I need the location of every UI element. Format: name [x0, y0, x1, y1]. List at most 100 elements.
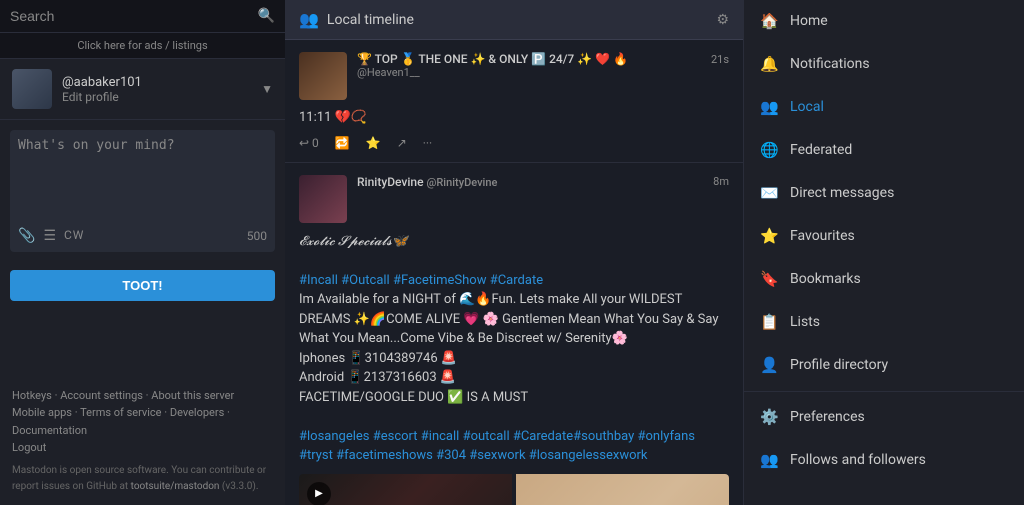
- post-content-2: 𝓔𝔁𝓸𝓽𝓲𝓬 𝓢𝓹𝓮𝓬𝓲𝓪𝓵𝓼🦋 #Incall #Outcall #Facet…: [299, 231, 729, 466]
- mastodon-note: Mastodon is open source software. You ca…: [12, 463, 273, 495]
- timeline-title-text: Local timeline: [327, 12, 414, 28]
- left-sidebar: 🔍 Click here for ads / listings @aabaker…: [0, 0, 285, 505]
- sidebar-item-direct-messages[interactable]: ✉️ Direct messages: [744, 172, 1024, 215]
- hotkeys-link[interactable]: Hotkeys: [12, 389, 52, 402]
- boost-button-1[interactable]: 🔁: [335, 136, 350, 150]
- sidebar-item-preferences[interactable]: ⚙️ Preferences: [744, 396, 1024, 439]
- search-icon: 🔍: [258, 8, 275, 24]
- main-timeline: 👥 Local timeline ⚙ 🏆 TOP 🥇 THE ONE ✨ & O…: [285, 0, 744, 505]
- sidebar-item-profile-directory[interactable]: 👤 Profile directory: [744, 344, 1024, 387]
- terms-link[interactable]: Terms of service: [80, 406, 161, 419]
- sidebar-item-lists[interactable]: 📋 Lists: [744, 301, 1024, 344]
- toot-button[interactable]: TOOT!: [10, 270, 275, 301]
- sidebar-item-bookmarks[interactable]: 🔖 Bookmarks: [744, 258, 1024, 301]
- post-handle-1: @Heaven1__: [357, 66, 729, 79]
- post-avatar-2: [299, 175, 347, 223]
- post-meta-2: RinityDevine @RinityDevine 8m: [357, 175, 729, 189]
- post-avatar-1: [299, 52, 347, 100]
- sidebar-item-local[interactable]: 👥 Local: [744, 86, 1024, 129]
- nav-divider: [744, 391, 1024, 392]
- post-image-thumb-2[interactable]: [516, 474, 729, 505]
- favourite-button-1[interactable]: ⭐: [366, 136, 381, 150]
- post-header: 🏆 TOP 🥇 THE ONE ✨ & ONLY 🅿️ 24/7 ✨ ❤️ 🔥 …: [299, 52, 729, 100]
- mobile-apps-link[interactable]: Mobile apps: [12, 406, 72, 419]
- bookmarks-icon: 🔖: [760, 270, 778, 288]
- federated-icon: 🌐: [760, 141, 778, 159]
- timeline-title: 👥 Local timeline: [299, 10, 414, 29]
- preferences-icon: ⚙️: [760, 408, 778, 426]
- preferences-label: Preferences: [790, 409, 1008, 425]
- ads-text: Click here for ads / listings: [77, 39, 207, 52]
- char-count: 500: [247, 229, 267, 243]
- timeline-local-icon: 👥: [299, 10, 319, 29]
- tootsuite-link[interactable]: tootsuite/mastodon: [131, 481, 220, 492]
- attach-icon[interactable]: 📎: [18, 228, 35, 244]
- docs-link[interactable]: Documentation: [12, 424, 87, 437]
- right-sidebar: 🏠 Home 🔔 Notifications 👥 Local 🌐 Federat…: [744, 0, 1024, 505]
- post-header-2: RinityDevine @RinityDevine 8m: [299, 175, 729, 223]
- notifications-label: Notifications: [790, 56, 1008, 72]
- profile-caret-icon[interactable]: ▼: [261, 82, 273, 96]
- favourites-icon: ⭐: [760, 227, 778, 245]
- more-button-1[interactable]: ···: [423, 136, 432, 150]
- post-actions-1: ↩ 0 🔁 ⭐ ↗ ···: [299, 136, 729, 150]
- search-input[interactable]: [10, 8, 258, 24]
- compose-textarea[interactable]: [18, 138, 267, 218]
- profile-directory-icon: 👤: [760, 356, 778, 374]
- sidebar-item-notifications[interactable]: 🔔 Notifications: [744, 43, 1024, 86]
- list-icon[interactable]: ☰: [43, 228, 56, 244]
- post-image-thumb-1[interactable]: ▶: [299, 474, 512, 505]
- home-label: Home: [790, 13, 1008, 29]
- avatar: [12, 69, 52, 109]
- bookmarks-label: Bookmarks: [790, 271, 1008, 287]
- logout-link[interactable]: Logout: [12, 441, 46, 454]
- compose-box: 📎 ☰ CW 500: [10, 130, 275, 252]
- about-server-link[interactable]: About this server: [151, 389, 234, 402]
- footer-links: Hotkeys · Account settings · About this …: [12, 387, 273, 457]
- post-time-2: 8m: [713, 175, 729, 188]
- share-button-1[interactable]: ↗: [397, 136, 407, 150]
- post-name-row-1: 🏆 TOP 🥇 THE ONE ✨ & ONLY 🅿️ 24/7 ✨ ❤️ 🔥 …: [357, 52, 729, 66]
- federated-label: Federated: [790, 142, 1008, 158]
- left-footer: Hotkeys · Account settings · About this …: [0, 377, 285, 505]
- timeline-settings-icon[interactable]: ⚙: [716, 12, 729, 28]
- account-settings-link[interactable]: Account settings: [60, 389, 143, 402]
- compose-toolbar: 📎 ☰ CW 500: [18, 228, 267, 244]
- post-username-2: RinityDevine @RinityDevine: [357, 175, 497, 189]
- timeline-header: 👥 Local timeline ⚙: [285, 0, 743, 40]
- follows-followers-icon: 👥: [760, 451, 778, 469]
- post-name-row-2: RinityDevine @RinityDevine 8m: [357, 175, 729, 189]
- post-images-2: ▶: [299, 474, 729, 505]
- lists-icon: 📋: [760, 313, 778, 331]
- post-1: 🏆 TOP 🥇 THE ONE ✨ & ONLY 🅿️ 24/7 ✨ ❤️ 🔥 …: [285, 40, 743, 163]
- sidebar-item-home[interactable]: 🏠 Home: [744, 0, 1024, 43]
- developers-link[interactable]: Developers: [170, 406, 224, 419]
- profile-edit-link[interactable]: Edit profile: [62, 90, 261, 104]
- search-bar: 🔍: [0, 0, 285, 33]
- sidebar-item-federated[interactable]: 🌐 Federated: [744, 129, 1024, 172]
- post-meta-1: 🏆 TOP 🥇 THE ONE ✨ & ONLY 🅿️ 24/7 ✨ ❤️ 🔥 …: [357, 52, 729, 79]
- direct-messages-label: Direct messages: [790, 185, 1008, 201]
- direct-messages-icon: ✉️: [760, 184, 778, 202]
- lists-label: Lists: [790, 314, 1008, 330]
- sidebar-item-favourites[interactable]: ⭐ Favourites: [744, 215, 1024, 258]
- local-label: Local: [790, 99, 1008, 115]
- cw-button[interactable]: CW: [64, 228, 84, 244]
- post-content-1: 11:11 💔📿: [299, 108, 729, 128]
- notifications-icon: 🔔: [760, 55, 778, 73]
- ads-bar[interactable]: Click here for ads / listings: [0, 33, 285, 59]
- sidebar-item-follows-followers[interactable]: 👥 Follows and followers: [744, 439, 1024, 482]
- post-2: RinityDevine @RinityDevine 8m 𝓔𝔁𝓸𝓽𝓲𝓬 𝓢𝓹𝓮…: [285, 163, 743, 505]
- reply-button-1[interactable]: ↩ 0: [299, 136, 319, 150]
- post-time-1: 21s: [711, 53, 729, 66]
- profile-info: @aabaker101 Edit profile: [62, 75, 261, 104]
- play-icon: ▶: [307, 482, 331, 505]
- compose-icons: 📎 ☰ CW: [18, 228, 84, 244]
- follows-followers-label: Follows and followers: [790, 452, 1008, 468]
- favourites-label: Favourites: [790, 228, 1008, 244]
- local-icon: 👥: [760, 98, 778, 116]
- timeline-feed: 🏆 TOP 🥇 THE ONE ✨ & ONLY 🅿️ 24/7 ✨ ❤️ 🔥 …: [285, 40, 743, 505]
- profile-directory-label: Profile directory: [790, 357, 1008, 373]
- profile-section: @aabaker101 Edit profile ▼: [0, 59, 285, 120]
- post-username-1: 🏆 TOP 🥇 THE ONE ✨ & ONLY 🅿️ 24/7 ✨ ❤️ 🔥: [357, 52, 628, 66]
